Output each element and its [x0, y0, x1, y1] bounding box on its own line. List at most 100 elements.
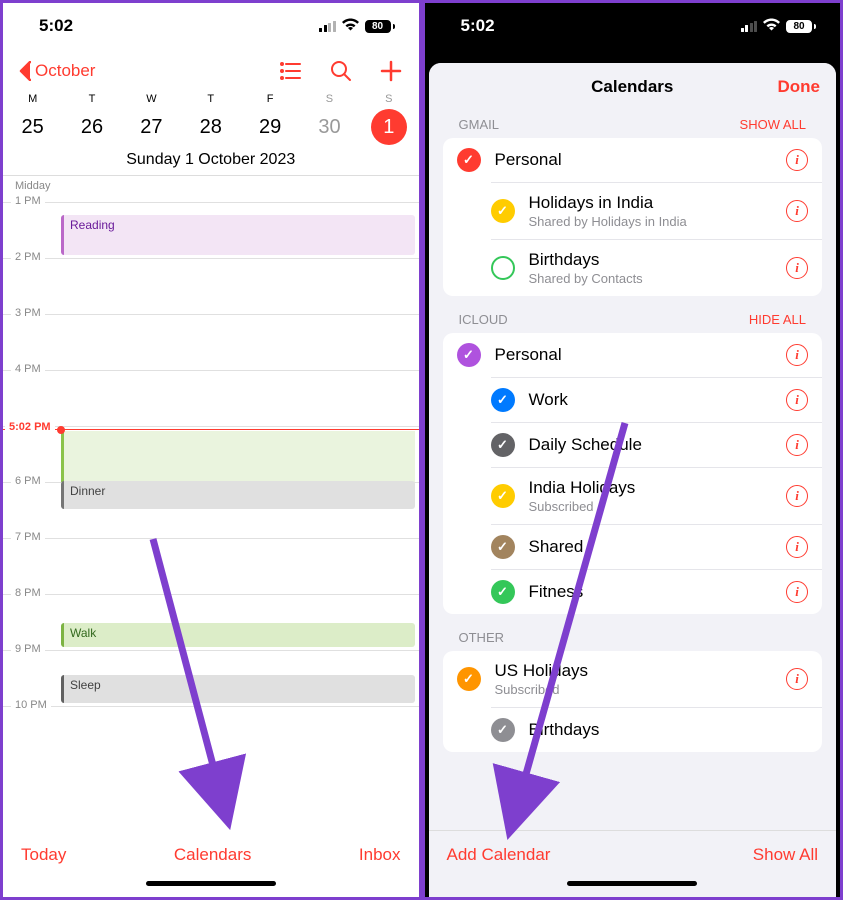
- status-time: 5:02: [461, 16, 495, 36]
- event-reading[interactable]: Reading: [61, 215, 415, 255]
- day-col[interactable]: W27: [122, 93, 181, 145]
- calendar-checkmark-icon[interactable]: ✓: [491, 580, 515, 604]
- info-icon[interactable]: i: [786, 485, 808, 507]
- day-col[interactable]: S30: [300, 93, 359, 145]
- calendar-row[interactable]: ✓ Sharedi: [491, 524, 823, 569]
- calendar-name: India Holidays: [529, 478, 787, 498]
- info-icon[interactable]: i: [786, 434, 808, 456]
- event-sleep[interactable]: Sleep: [61, 675, 415, 703]
- calendar-row[interactable]: ✓ Fitnessi: [491, 569, 823, 614]
- event-walk[interactable]: Walk: [61, 623, 415, 647]
- calendar-group-gmail: ✓Personali✓Holidays in IndiaShared by Ho…: [443, 138, 823, 296]
- calendar-checkmark-icon[interactable]: ✓: [457, 148, 481, 172]
- hide-all-button[interactable]: HIDE ALL: [749, 312, 806, 327]
- hour-label: 1 PM: [11, 195, 45, 207]
- now-indicator: 5:02 PM: [3, 429, 419, 430]
- bottom-toolbar: Today Calendars Inbox: [3, 831, 419, 869]
- calendars-sheet-screen: 5:02 80 Calendars Done GMAIL SHOW ALL ✓P…: [425, 3, 841, 897]
- calendar-checkmark-icon[interactable]: [491, 256, 515, 280]
- calendar-info: Fitness: [529, 582, 787, 602]
- hour-label: 8 PM: [11, 587, 45, 599]
- calendar-checkmark-icon[interactable]: ✓: [491, 718, 515, 742]
- calendar-name: Birthdays: [529, 720, 809, 740]
- status-time: 5:02: [39, 16, 73, 36]
- info-icon[interactable]: i: [786, 344, 808, 366]
- home-indicator[interactable]: [429, 869, 837, 897]
- calendar-row[interactable]: BirthdaysShared by Contactsi: [491, 239, 823, 296]
- event-block[interactable]: [61, 431, 415, 483]
- day-col[interactable]: S1: [359, 93, 418, 145]
- today-button[interactable]: Today: [21, 845, 66, 865]
- calendar-name: Personal: [495, 345, 787, 365]
- add-calendar-button[interactable]: Add Calendar: [447, 845, 551, 865]
- calendar-name: Birthdays: [529, 250, 787, 270]
- done-button[interactable]: Done: [778, 77, 821, 97]
- hour-label: 2 PM: [11, 251, 45, 263]
- day-col[interactable]: M25: [3, 93, 62, 145]
- calendar-name: Shared: [529, 537, 787, 557]
- calendars-button[interactable]: Calendars: [174, 845, 252, 865]
- section-label: OTHER: [459, 630, 505, 645]
- calendar-checkmark-icon[interactable]: ✓: [491, 388, 515, 412]
- day-col[interactable]: T28: [181, 93, 240, 145]
- calendar-row[interactable]: ✓ Daily Schedulei: [491, 422, 823, 467]
- calendar-row[interactable]: ✓ Birthdays: [491, 707, 823, 752]
- status-bar: 5:02 80: [3, 3, 419, 49]
- search-icon[interactable]: [329, 59, 353, 83]
- info-icon[interactable]: i: [786, 668, 808, 690]
- back-button[interactable]: October: [19, 61, 95, 81]
- info-icon[interactable]: i: [786, 200, 808, 222]
- calendar-row[interactable]: ✓ India HolidaysSubscribedi: [491, 467, 823, 524]
- now-dot-icon: [57, 426, 65, 434]
- list-view-icon[interactable]: [279, 59, 303, 83]
- calendar-row[interactable]: ✓ Personali: [443, 138, 823, 182]
- calendar-row[interactable]: ✓ Holidays in IndiaShared by Holidays in …: [491, 182, 823, 239]
- status-icons: 80: [319, 18, 395, 35]
- calendar-name: US Holidays: [495, 661, 787, 681]
- info-icon[interactable]: i: [786, 149, 808, 171]
- calendar-row[interactable]: ✓ Personali: [443, 333, 823, 377]
- calendar-info: India HolidaysSubscribed: [529, 478, 787, 514]
- home-indicator[interactable]: [3, 869, 419, 897]
- calendar-info: Personal: [495, 150, 787, 170]
- calendar-info: Holidays in IndiaShared by Holidays in I…: [529, 193, 787, 229]
- status-icons: 80: [741, 18, 817, 35]
- hour-label: 10 PM: [11, 699, 51, 711]
- event-dinner[interactable]: Dinner: [61, 481, 415, 509]
- info-icon[interactable]: i: [786, 536, 808, 558]
- calendar-info: Daily Schedule: [529, 435, 787, 455]
- show-all-button[interactable]: Show All: [753, 845, 818, 865]
- hour-label: Midday: [11, 180, 54, 192]
- calendar-info: Birthdays: [529, 720, 809, 740]
- calendar-checkmark-icon[interactable]: ✓: [491, 199, 515, 223]
- calendar-name: Holidays in India: [529, 193, 787, 213]
- inbox-button[interactable]: Inbox: [359, 845, 401, 865]
- calendar-checkmark-icon[interactable]: ✓: [457, 667, 481, 691]
- calendar-row[interactable]: ✓US HolidaysSubscribedi: [443, 651, 823, 707]
- calendar-checkmark-icon[interactable]: ✓: [491, 433, 515, 457]
- cellular-icon: [741, 21, 758, 32]
- info-icon[interactable]: i: [786, 257, 808, 279]
- calendar-row[interactable]: ✓ Worki: [491, 377, 823, 422]
- info-icon[interactable]: i: [786, 581, 808, 603]
- calendar-checkmark-icon[interactable]: ✓: [491, 535, 515, 559]
- day-col[interactable]: F29: [240, 93, 299, 145]
- wifi-icon: [342, 18, 359, 35]
- calendar-name: Fitness: [529, 582, 787, 602]
- info-icon[interactable]: i: [786, 389, 808, 411]
- show-all-button[interactable]: SHOW ALL: [740, 117, 806, 132]
- calendar-checkmark-icon[interactable]: ✓: [491, 484, 515, 508]
- wifi-icon: [763, 18, 780, 35]
- calendar-name: Personal: [495, 150, 787, 170]
- calendar-info: BirthdaysShared by Contacts: [529, 250, 787, 286]
- sheet-header: Calendars Done: [429, 63, 837, 111]
- hour-label: 3 PM: [11, 307, 45, 319]
- calendars-sheet: Calendars Done GMAIL SHOW ALL ✓Personali…: [429, 63, 837, 897]
- calendar-subtitle: Shared by Holidays in India: [529, 214, 787, 229]
- section-label: ICLOUD: [459, 312, 508, 327]
- day-col[interactable]: T26: [62, 93, 121, 145]
- calendar-name: Work: [529, 390, 787, 410]
- add-icon[interactable]: [379, 59, 403, 83]
- timeline[interactable]: Midday 1 PM 2 PM Reading 3 PM 4 PM 5:02 …: [3, 176, 419, 831]
- calendar-checkmark-icon[interactable]: ✓: [457, 343, 481, 367]
